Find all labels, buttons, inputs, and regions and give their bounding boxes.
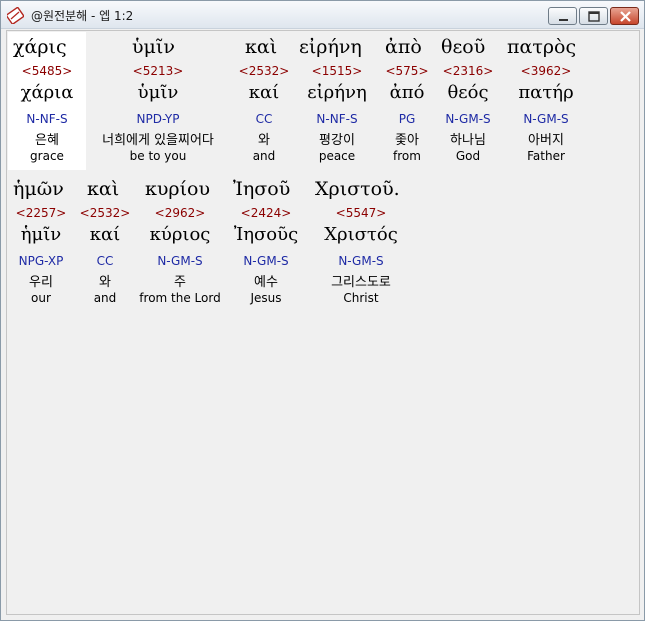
minimize-icon: [559, 19, 568, 21]
lemma: ὑμῖν: [137, 82, 179, 103]
strong-number: <575>: [385, 64, 429, 78]
english-gloss: from the Lord: [139, 291, 221, 305]
maximize-button[interactable]: [579, 7, 608, 25]
lemma: πατήρ: [518, 82, 574, 103]
english-gloss: Jesus: [250, 291, 282, 305]
english-gloss: Christ: [343, 291, 379, 305]
korean-gloss: 하나님: [450, 133, 486, 148]
lemma: ἡμῖν: [20, 224, 62, 245]
greek-word: πατρὸς: [507, 36, 577, 58]
app-book-icon: [7, 7, 24, 24]
lemma: κύριος: [149, 224, 211, 245]
lemma: καί: [89, 224, 121, 245]
greek-word: ὑμῖν: [132, 36, 175, 58]
english-gloss: our: [31, 291, 51, 305]
lemma: καί: [248, 82, 280, 103]
greek-word: ἡμῶν: [13, 178, 64, 200]
lemma: χάρια: [20, 82, 74, 103]
english-gloss: and: [93, 291, 117, 305]
close-button[interactable]: [610, 7, 639, 25]
strong-number: <3962>: [520, 64, 572, 78]
korean-gloss: 예수: [254, 275, 278, 290]
english-gloss: be to you: [129, 149, 187, 163]
lemma: εἰρήνη: [307, 82, 367, 103]
strong-number: <2962>: [154, 206, 206, 220]
korean-gloss: 와: [258, 133, 270, 148]
lemma: Ἰησοῦς: [233, 224, 299, 245]
korean-gloss: 좇아: [395, 133, 419, 148]
parse-code: N-GM-S: [243, 254, 289, 268]
greek-word: Χριστοῦ.: [315, 178, 400, 200]
korean-gloss: 평강이: [319, 133, 355, 148]
app-window: @원전분해 - 엡 1:2 χάρις <5485> χάρια N-NF-S …: [0, 0, 645, 621]
greek-word: εἰρήνη: [299, 36, 362, 58]
window-title: @원전분해 - 엡 1:2: [31, 9, 134, 23]
parse-code: CC: [96, 254, 114, 268]
strong-number: <2532>: [238, 64, 290, 78]
greek-word: καὶ: [87, 178, 120, 200]
parse-code: N-GM-S: [157, 254, 203, 268]
greek-word: θεοῦ: [441, 36, 486, 58]
greek-word: κυρίου: [145, 178, 211, 200]
english-gloss: from: [393, 149, 421, 163]
parse-code: CC: [255, 112, 273, 126]
english-gloss: Father: [527, 149, 565, 163]
english-gloss: grace: [30, 149, 64, 163]
strong-number: <2316>: [442, 64, 494, 78]
greek-word: ἀπὸ: [385, 36, 422, 58]
english-gloss: and: [252, 149, 276, 163]
title-bar[interactable]: @원전분해 - 엡 1:2: [1, 1, 644, 29]
english-gloss: peace: [318, 149, 356, 163]
korean-gloss: 주: [174, 275, 186, 290]
parse-code: N-GM-S: [523, 112, 569, 126]
greek-word: Ἰησοῦ: [233, 178, 291, 200]
strong-number: <2424>: [240, 206, 292, 220]
korean-gloss: 은혜: [35, 133, 59, 148]
korean-gloss: 우리: [29, 275, 53, 290]
greek-word: χάρις: [13, 36, 67, 58]
maximize-icon: [588, 11, 600, 22]
parse-code: N-GM-S: [445, 112, 491, 126]
korean-gloss: 와: [99, 275, 111, 290]
parse-code: PG: [398, 112, 416, 126]
parse-code: N-NF-S: [316, 112, 358, 126]
close-icon: [620, 11, 631, 22]
korean-gloss: 너희에게 있을찌어다: [102, 133, 214, 148]
lemma: θεός: [447, 82, 489, 103]
english-gloss: God: [455, 149, 481, 163]
strong-number: <2532>: [79, 206, 131, 220]
strong-number: <1515>: [311, 64, 363, 78]
parse-code: N-GM-S: [338, 254, 384, 268]
strong-number: <5213>: [132, 64, 184, 78]
strong-number: <2257>: [15, 206, 67, 220]
parse-code: NPG-XP: [18, 254, 64, 268]
strong-number: <5485>: [21, 64, 73, 78]
parse-code: N-NF-S: [26, 112, 68, 126]
lemma: Χριστός: [324, 224, 398, 245]
minimize-button[interactable]: [548, 7, 577, 25]
strong-number: <5547>: [335, 206, 387, 220]
korean-gloss: 그리스도로: [331, 275, 391, 290]
parse-code: NPD-YP: [136, 112, 180, 126]
korean-gloss: 아버지: [528, 133, 564, 148]
greek-word: καὶ: [245, 36, 278, 58]
lemma: ἀπό: [389, 82, 425, 103]
